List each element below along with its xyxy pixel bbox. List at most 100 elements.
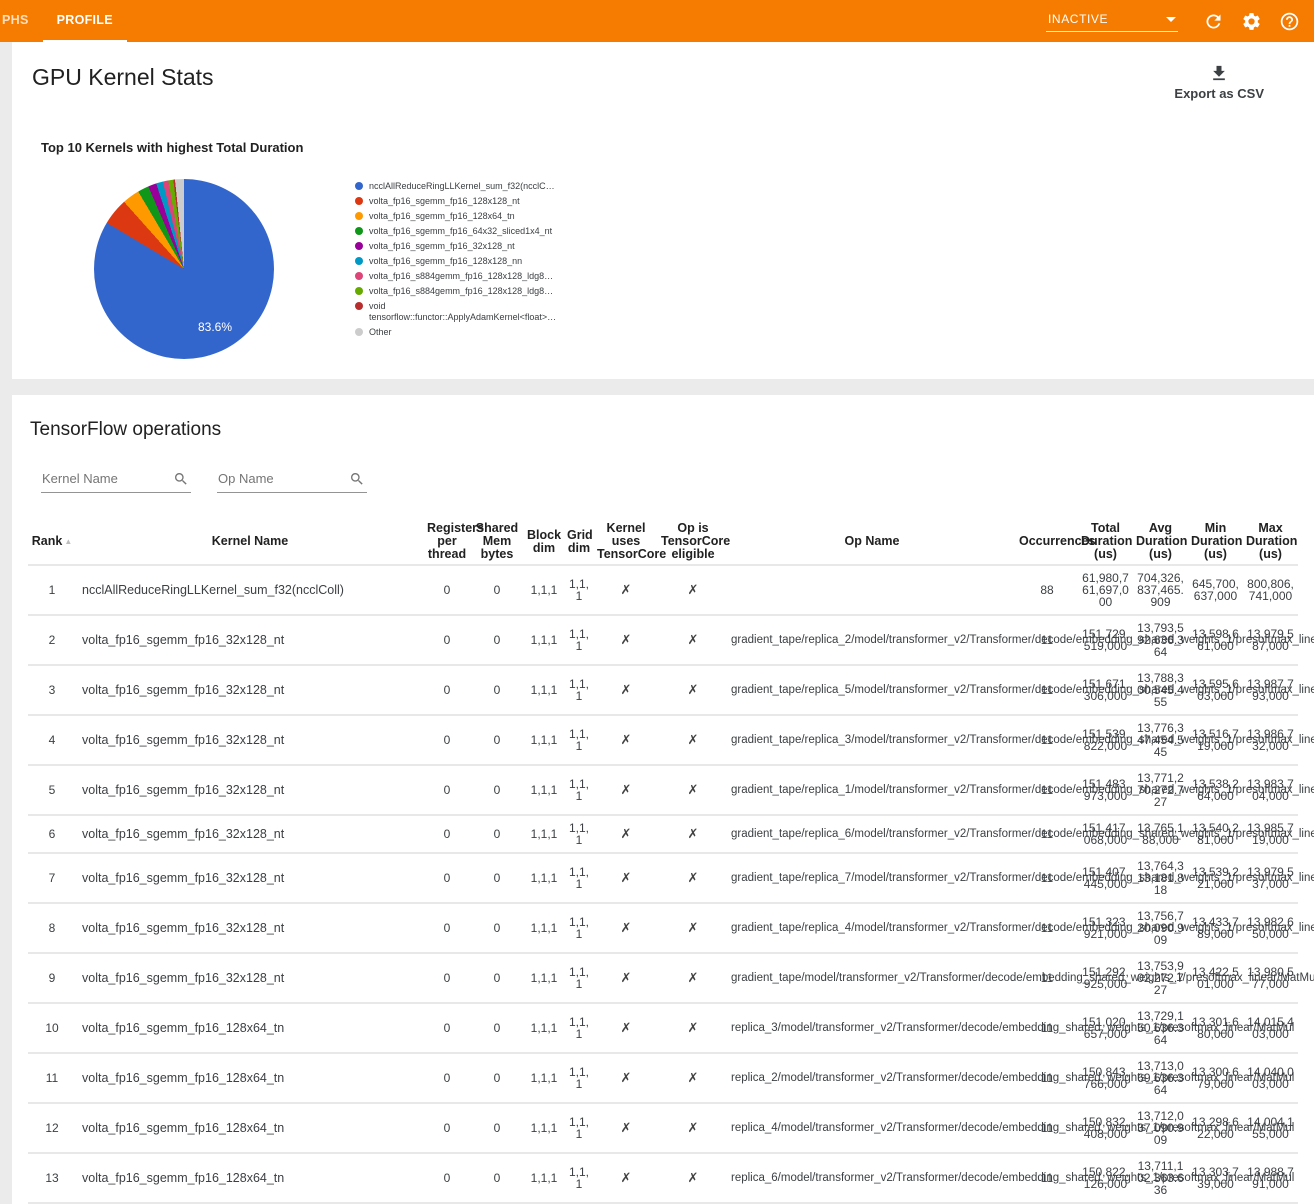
- run-selector[interactable]: INACTIVE: [1046, 10, 1178, 32]
- search-icon: [173, 471, 189, 487]
- legend-label: void tensorflow::functor::ApplyAdamKerne…: [369, 301, 560, 323]
- cell-block_dim: 1,1,1: [524, 715, 564, 765]
- cell-block_dim: 1,1,1: [524, 565, 564, 615]
- cell-max: 13,980,577,000: [1243, 953, 1298, 1003]
- cell-min: 13,516,719,000: [1188, 715, 1243, 765]
- cell-registers: 0: [424, 1003, 470, 1053]
- cell-uses_tensorcore: ✗: [594, 715, 658, 765]
- legend-item: volta_fp16_sgemm_fp16_32x128_nt: [355, 241, 560, 252]
- refresh-button[interactable]: [1201, 9, 1225, 33]
- table-row: 1ncclAllReduceRingLLKernel_sum_f32(ncclC…: [28, 565, 1298, 615]
- legend-item: ncclAllReduceRingLLKernel_sum_f32(ncclC…: [355, 181, 560, 192]
- col-header-shared_mem[interactable]: Shared Mem bytes: [470, 519, 524, 565]
- cell-avg: 13,756,720,090.909: [1133, 903, 1188, 953]
- cell-total: 151,292,925,000: [1078, 953, 1133, 1003]
- col-header-label: Kernel Name: [212, 534, 288, 548]
- col-header-label: Shared Mem bytes: [476, 521, 518, 561]
- cell-rank: 7: [28, 853, 76, 903]
- tab-profile[interactable]: PROFILE: [43, 0, 127, 42]
- top-bar-actions: INACTIVE: [1046, 0, 1314, 42]
- help-button[interactable]: [1277, 9, 1301, 33]
- cell-tensorcore_eligible: ✗: [658, 1053, 728, 1103]
- cell-rank: 8: [28, 903, 76, 953]
- gear-icon: [1241, 11, 1262, 32]
- cell-block_dim: 1,1,1: [524, 903, 564, 953]
- cell-shared_mem: 0: [470, 1003, 524, 1053]
- col-header-tensorcore_eligible[interactable]: Op is TensorCore eligible: [658, 519, 728, 565]
- legend-bullet-icon: [355, 328, 363, 336]
- cell-total: 150,832,408,000: [1078, 1103, 1133, 1153]
- cell-rank: 2: [28, 615, 76, 665]
- cell-kernel: volta_fp16_sgemm_fp16_32x128_nt: [76, 665, 424, 715]
- cell-avg: 13,712,037,090.909: [1133, 1103, 1188, 1153]
- cell-grid_dim: 1,1,1: [564, 665, 594, 715]
- table-filters: [41, 467, 1298, 493]
- pie-chart-area: 83.6% ncclAllReduceRingLLKernel_sum_f32(…: [94, 179, 1298, 359]
- cell-tensorcore_eligible: ✗: [658, 903, 728, 953]
- export-csv-button[interactable]: Export as CSV: [1168, 62, 1270, 102]
- cell-occurrences: 88: [1016, 565, 1078, 615]
- cell-min: 13,539,221,000: [1188, 853, 1243, 903]
- pie-chart: 83.6%: [94, 179, 274, 359]
- cell-registers: 0: [424, 1103, 470, 1153]
- col-header-label: Max Duration (us): [1246, 521, 1297, 561]
- top-bar: PHS PROFILE INACTIVE: [0, 0, 1314, 42]
- cell-avg: 13,776,347,454.545: [1133, 715, 1188, 765]
- col-header-rank[interactable]: Rank▲: [28, 519, 76, 565]
- cell-registers: 0: [424, 665, 470, 715]
- cell-max: 800,806,741,000: [1243, 565, 1298, 615]
- col-header-occurrences[interactable]: Occurrences: [1016, 519, 1078, 565]
- cell-total: 61,980,761,697,000: [1078, 565, 1133, 615]
- cell-total: 151,539,822,000: [1078, 715, 1133, 765]
- cell-max: 13,979,587,000: [1243, 615, 1298, 665]
- cell-block_dim: 1,1,1: [524, 1053, 564, 1103]
- col-header-min[interactable]: Min Duration (us): [1188, 519, 1243, 565]
- cell-tensorcore_eligible: ✗: [658, 615, 728, 665]
- legend-label: volta_fp16_s884gemm_fp16_128x128_ldg8…: [369, 271, 553, 282]
- kernel-name-filter-input[interactable]: [41, 467, 191, 493]
- col-header-label: Total Duration (us): [1081, 521, 1132, 561]
- legend-item: void tensorflow::functor::ApplyAdamKerne…: [355, 301, 560, 323]
- legend-item: volta_fp16_sgemm_fp16_128x128_nn: [355, 256, 560, 267]
- op-name-filter-input[interactable]: [217, 467, 367, 493]
- settings-button[interactable]: [1239, 9, 1263, 33]
- col-header-block_dim[interactable]: Block dim: [524, 519, 564, 565]
- legend-bullet-icon: [355, 302, 363, 310]
- cell-uses_tensorcore: ✗: [594, 665, 658, 715]
- cell-occurrences: 11: [1016, 1103, 1078, 1153]
- cell-op_name: gradient_tape/replica_3/model/transforme…: [728, 715, 1016, 765]
- cell-total: 151,417,068,000: [1078, 815, 1133, 853]
- legend-item: volta_fp16_s884gemm_fp16_128x128_ldg8…: [355, 286, 560, 297]
- cell-max: 13,986,732,000: [1243, 715, 1298, 765]
- cell-avg: 13,771,270,272.727: [1133, 765, 1188, 815]
- cell-kernel: volta_fp16_sgemm_fp16_128x64_tn: [76, 1003, 424, 1053]
- cell-kernel: volta_fp16_sgemm_fp16_32x128_nt: [76, 815, 424, 853]
- cell-shared_mem: 0: [470, 853, 524, 903]
- col-header-uses_tensorcore[interactable]: Kernel uses TensorCore: [594, 519, 658, 565]
- cell-tensorcore_eligible: ✗: [658, 565, 728, 615]
- cell-uses_tensorcore: ✗: [594, 903, 658, 953]
- cell-grid_dim: 1,1,1: [564, 903, 594, 953]
- cell-max: 14,040,003,000: [1243, 1053, 1298, 1103]
- cell-max: 14,004,155,000: [1243, 1103, 1298, 1153]
- col-header-total[interactable]: Total Duration (us): [1078, 519, 1133, 565]
- col-header-label: Min Duration (us): [1191, 521, 1242, 561]
- tab-graphs[interactable]: PHS: [0, 0, 43, 42]
- cell-op_name: gradient_tape/replica_2/model/transforme…: [728, 615, 1016, 665]
- cell-registers: 0: [424, 615, 470, 665]
- cell-op_name: gradient_tape/replica_7/model/transforme…: [728, 853, 1016, 903]
- section-title: TensorFlow operations: [30, 419, 1298, 441]
- col-header-op_name[interactable]: Op Name: [728, 519, 1016, 565]
- legend-label: volta_fp16_sgemm_fp16_128x128_nn: [369, 256, 522, 267]
- cell-shared_mem: 0: [470, 903, 524, 953]
- col-header-registers[interactable]: Registers per thread: [424, 519, 470, 565]
- cell-min: 13,540,281,000: [1188, 815, 1243, 853]
- pie-slice-label: 83.6%: [198, 320, 232, 334]
- cell-kernel: volta_fp16_sgemm_fp16_32x128_nt: [76, 953, 424, 1003]
- col-header-max[interactable]: Max Duration (us): [1243, 519, 1298, 565]
- col-header-grid_dim[interactable]: Grid dim: [564, 519, 594, 565]
- col-header-kernel[interactable]: Kernel Name: [76, 519, 424, 565]
- cell-shared_mem: 0: [470, 815, 524, 853]
- cell-min: 13,595,603,000: [1188, 665, 1243, 715]
- col-header-avg[interactable]: Avg Duration (us): [1133, 519, 1188, 565]
